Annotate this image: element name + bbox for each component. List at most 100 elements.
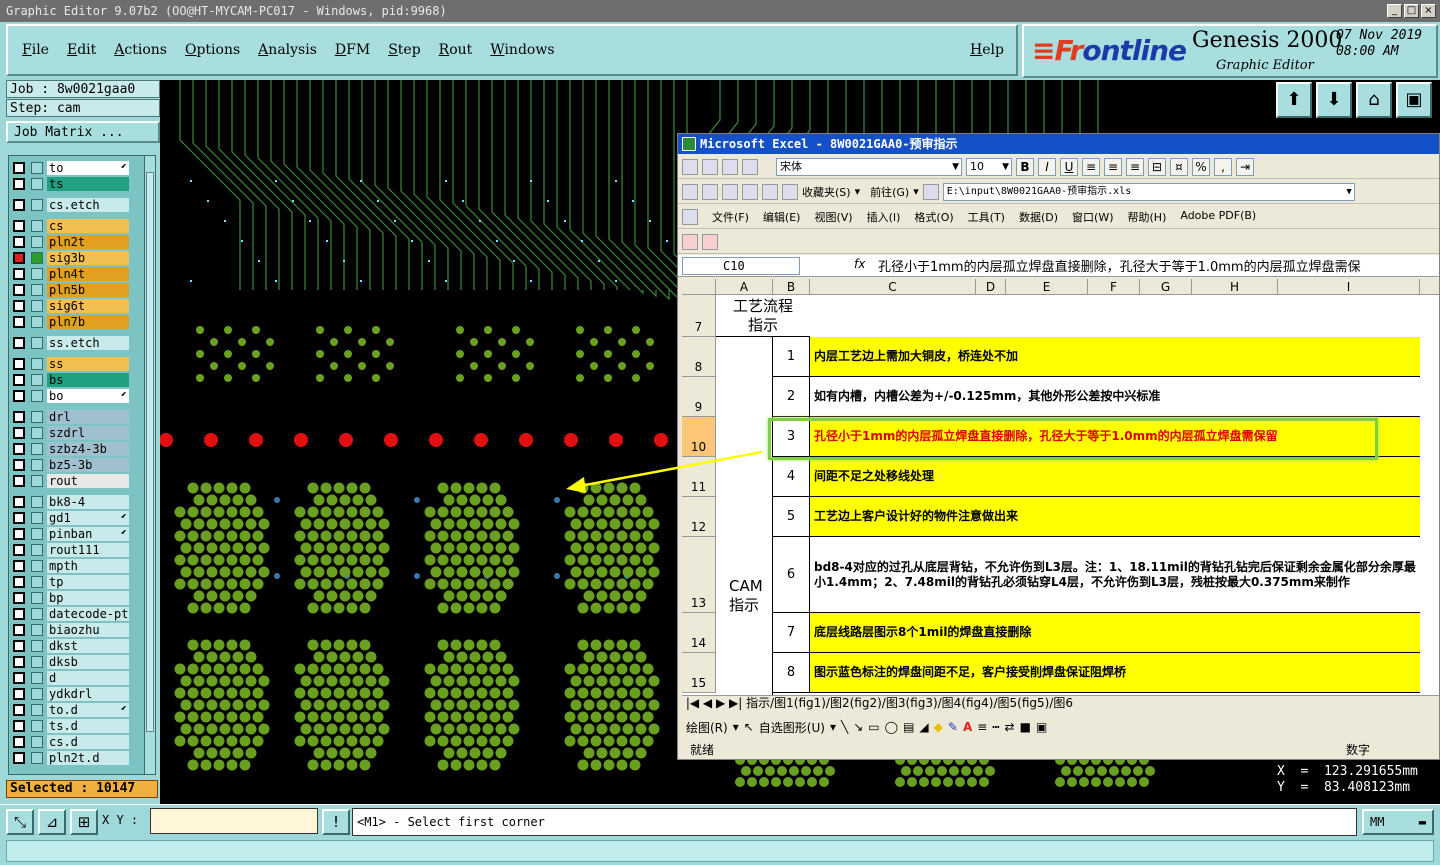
layer-checkbox[interactable]: [13, 178, 25, 190]
instruction-cell[interactable]: 工艺边上客户设计好的物件注意做出来: [810, 497, 1420, 537]
links-icon[interactable]: [922, 183, 939, 200]
layer-row[interactable]: cs.d: [13, 734, 147, 750]
dash-style-icon[interactable]: ┅: [992, 720, 999, 734]
back-icon[interactable]: [682, 183, 698, 200]
layer-row[interactable]: rout111: [13, 542, 147, 558]
layer-row[interactable]: ss: [13, 356, 147, 372]
layer-name[interactable]: bs: [47, 373, 129, 387]
layer-affected-toggle[interactable]: [31, 576, 43, 588]
layer-name[interactable]: pinban ⬋: [47, 527, 129, 541]
search-icon[interactable]: [782, 183, 798, 200]
menu-rout[interactable]: Rout: [439, 42, 473, 58]
row-header[interactable]: 8: [682, 337, 716, 377]
layer-checkbox[interactable]: [13, 374, 25, 386]
snap-icon[interactable]: ⤡: [6, 809, 34, 835]
units-selector[interactable]: MM ▬: [1362, 809, 1434, 835]
layer-name[interactable]: ydkdrl: [47, 687, 129, 701]
layer-affected-toggle[interactable]: [31, 178, 43, 190]
layer-name[interactable]: ss.etch: [47, 336, 129, 350]
excel-menu-item[interactable]: 工具(T): [968, 209, 1005, 225]
item-number[interactable]: 8: [773, 653, 810, 693]
layer-checkbox[interactable]: [13, 252, 25, 264]
layer-affected-toggle[interactable]: [31, 220, 43, 232]
layer-affected-toggle[interactable]: [31, 284, 43, 296]
italic-button[interactable]: I: [1038, 157, 1056, 176]
pdf-icon[interactable]: [682, 233, 698, 250]
align-right-icon[interactable]: ≡: [1126, 157, 1144, 176]
column-header[interactable]: A: [716, 279, 773, 295]
excel-menu-item[interactable]: 帮助(H): [1128, 209, 1167, 225]
favorites-menu[interactable]: 收藏夹(S): [802, 184, 851, 200]
home-icon[interactable]: [762, 183, 778, 200]
excel-menu-item[interactable]: 编辑(E): [763, 209, 801, 225]
goto-menu[interactable]: 前往(G): [870, 184, 909, 200]
row-header[interactable]: 11: [682, 457, 716, 497]
zoom-view-icon[interactable]: ⬇: [1316, 82, 1352, 118]
layer-row[interactable]: to.d ⬋: [13, 702, 147, 718]
menu-edit[interactable]: Edit: [67, 42, 96, 58]
layer-row[interactable]: ts.d: [13, 718, 147, 734]
layer-row[interactable]: bp: [13, 590, 147, 606]
layer-checkbox[interactable]: [13, 576, 25, 588]
layer-name[interactable]: dkst: [47, 639, 129, 653]
layer-checkbox[interactable]: [13, 390, 25, 402]
preview-icon[interactable]: [702, 158, 718, 175]
layer-row[interactable]: sig6t: [13, 298, 147, 314]
layer-checkbox[interactable]: [13, 640, 25, 652]
layer-checkbox[interactable]: [13, 316, 25, 328]
3d-icon[interactable]: ▣: [1036, 720, 1047, 734]
fill-color-icon[interactable]: ◆: [934, 720, 943, 734]
layer-row[interactable]: tp: [13, 574, 147, 590]
align-center-icon[interactable]: ≡: [1104, 157, 1122, 176]
layer-affected-toggle[interactable]: [31, 252, 43, 264]
layer-checkbox[interactable]: [13, 688, 25, 700]
layer-name[interactable]: biaozhu: [47, 623, 129, 637]
layer-name[interactable]: bk8-4: [47, 495, 129, 509]
job-matrix-button[interactable]: Job Matrix ...: [6, 121, 160, 143]
layer-row[interactable]: pln5b: [13, 282, 147, 298]
xy-input[interactable]: [150, 808, 318, 834]
paste-icon[interactable]: [742, 158, 758, 175]
layer-affected-toggle[interactable]: [31, 443, 43, 455]
layer-affected-toggle[interactable]: [31, 316, 43, 328]
layer-checkbox[interactable]: [13, 512, 25, 524]
layer-name[interactable]: rout111: [47, 543, 129, 557]
menu-options[interactable]: Options: [185, 42, 240, 58]
row-header[interactable]: 12: [682, 497, 716, 537]
layer-checkbox[interactable]: [13, 544, 25, 556]
layer-row[interactable]: pln7b: [13, 314, 147, 330]
layer-row[interactable]: ss.etch: [13, 335, 147, 351]
layer-row[interactable]: pln2t.d: [13, 750, 147, 766]
select-pointer-icon[interactable]: ↖: [744, 720, 754, 734]
comma-icon[interactable]: ,: [1214, 157, 1232, 176]
layer-row[interactable]: ts: [13, 176, 147, 192]
layer-name[interactable]: cs.d: [47, 735, 129, 749]
excel-menu-item[interactable]: 视图(V): [814, 209, 852, 225]
align-left-icon[interactable]: ≡: [1082, 157, 1100, 176]
layer-checkbox[interactable]: [13, 162, 25, 174]
layer-name[interactable]: szdrl: [47, 426, 129, 440]
layer-affected-toggle[interactable]: [31, 459, 43, 471]
layer-checkbox[interactable]: [13, 358, 25, 370]
underline-button[interactable]: U: [1060, 157, 1078, 176]
layer-name[interactable]: bo ⬋: [47, 389, 129, 403]
item-number[interactable]: 7: [773, 613, 810, 653]
layer-name[interactable]: tp: [47, 575, 129, 589]
layer-affected-toggle[interactable]: [31, 528, 43, 540]
row-header[interactable]: 14: [682, 613, 716, 653]
maximize-button[interactable]: □: [1404, 4, 1419, 18]
layer-row[interactable]: dkst: [13, 638, 147, 654]
layer-name[interactable]: d: [47, 671, 129, 685]
layer-affected-toggle[interactable]: [31, 672, 43, 684]
bold-button[interactable]: B: [1016, 157, 1034, 176]
layer-row[interactable]: szdrl: [13, 425, 147, 441]
layer-checkbox[interactable]: [13, 752, 25, 764]
menu-actions[interactable]: Actions: [114, 42, 167, 58]
font-name-select[interactable]: 宋体 ▼: [776, 157, 962, 176]
formula-input[interactable]: 孔径小于1mm的内层孤立焊盘直接删除，孔径大于等于1.0mm的内层孤立焊盘需保: [878, 256, 1361, 275]
layer-affected-toggle[interactable]: [31, 337, 43, 349]
layer-checkbox[interactable]: [13, 560, 25, 572]
header-cell[interactable]: 工艺流程指示: [716, 295, 810, 337]
layer-name[interactable]: sig3b: [47, 251, 129, 265]
measure-icon[interactable]: ⊿: [38, 809, 66, 835]
